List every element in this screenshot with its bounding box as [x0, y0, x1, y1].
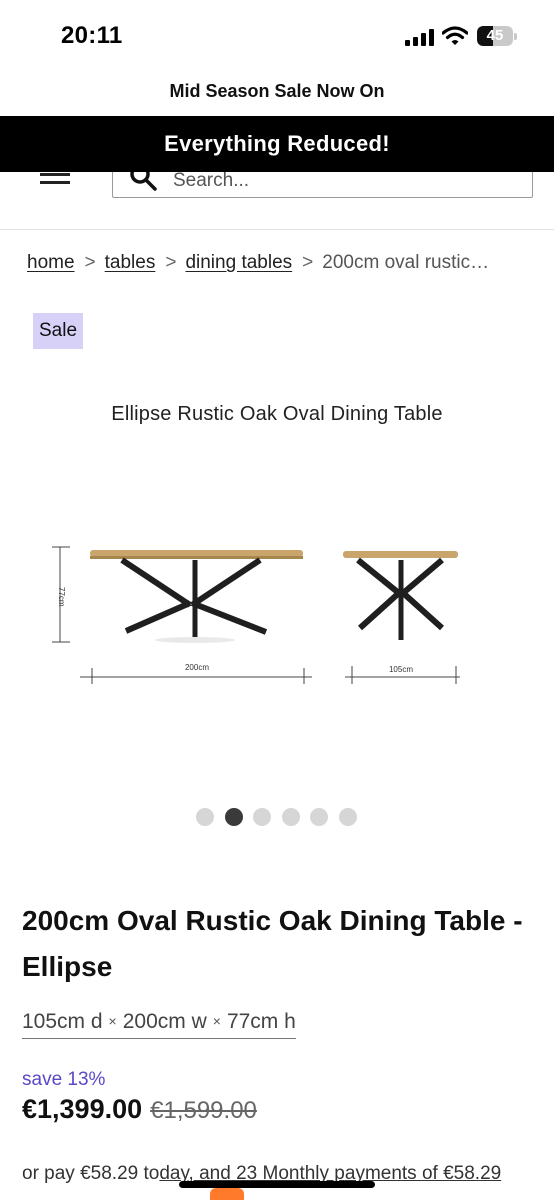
- width-dimension: 105cm: [345, 665, 460, 684]
- signal-icon: [405, 29, 434, 46]
- save-percentage: save 13%: [22, 1069, 106, 1090]
- home-indicator[interactable]: [179, 1181, 375, 1188]
- length-label: 200cm: [185, 663, 209, 672]
- dimension-depth: 105cm d: [22, 1010, 103, 1033]
- gallery-dot[interactable]: [196, 808, 214, 826]
- gallery-dot[interactable]: [281, 808, 300, 826]
- status-bar: 20:11 45: [0, 0, 554, 72]
- breadcrumb-link-home[interactable]: home: [27, 252, 75, 273]
- dimension-width: 200cm w: [122, 1010, 207, 1033]
- sale-badge: Sale: [33, 313, 84, 349]
- dimension-separator: ×: [108, 1013, 117, 1029]
- price-row: €1,399.00 €1,599.00: [22, 1094, 257, 1125]
- gallery-pagination: [196, 808, 366, 826]
- promo-bar[interactable]: Everything Reduced!: [0, 116, 554, 172]
- table-end-view: [343, 551, 458, 640]
- breadcrumb-current: 200cm oval rustic…: [322, 252, 490, 273]
- dimension-height: 77cm h: [226, 1010, 296, 1033]
- height-label: 77cm: [57, 587, 66, 607]
- product-dimensions-link[interactable]: 105cm d × 200cm w × 77cm h: [22, 1010, 296, 1039]
- battery-level: 45: [486, 27, 504, 44]
- table-side-view: [90, 550, 303, 643]
- product-image[interactable]: 77cm 200cm 105cm: [40, 480, 520, 700]
- original-price: €1,599.00: [150, 1097, 257, 1124]
- breadcrumb-separator: >: [84, 252, 96, 273]
- height-dimension: 77cm: [52, 546, 70, 643]
- klarna-logo-icon: [210, 1188, 244, 1200]
- wifi-icon: [442, 26, 468, 45]
- product-title: 200cm Oval Rustic Oak Dining Table - Ell…: [22, 905, 523, 982]
- gallery-dot[interactable]: [253, 808, 271, 826]
- installment-prefix: or pay €58.29 to: [22, 1163, 160, 1184]
- status-time: 20:11: [61, 22, 123, 49]
- breadcrumb-link-tables[interactable]: tables: [105, 252, 156, 273]
- breadcrumb-separator: >: [165, 252, 177, 273]
- length-dimension: 200cm: [80, 663, 312, 684]
- breadcrumb-separator: >: [302, 252, 314, 273]
- gallery-dot[interactable]: [224, 808, 243, 826]
- announcement-text[interactable]: Mid Season Sale Now On: [0, 76, 554, 106]
- dimension-separator: ×: [212, 1013, 221, 1029]
- gallery-image-title: Ellipse Rustic Oak Oval Dining Table: [111, 403, 443, 425]
- gallery-dot[interactable]: [338, 808, 357, 826]
- current-price: €1,399.00: [22, 1094, 143, 1124]
- battery-icon: 45: [477, 26, 517, 46]
- width-label: 105cm: [389, 665, 413, 674]
- breadcrumb-link-dining-tables[interactable]: dining tables: [185, 252, 292, 273]
- breadcrumb: home > tables > dining tables >200cm oval rus…: [27, 252, 537, 280]
- gallery-dot[interactable]: [310, 808, 328, 826]
